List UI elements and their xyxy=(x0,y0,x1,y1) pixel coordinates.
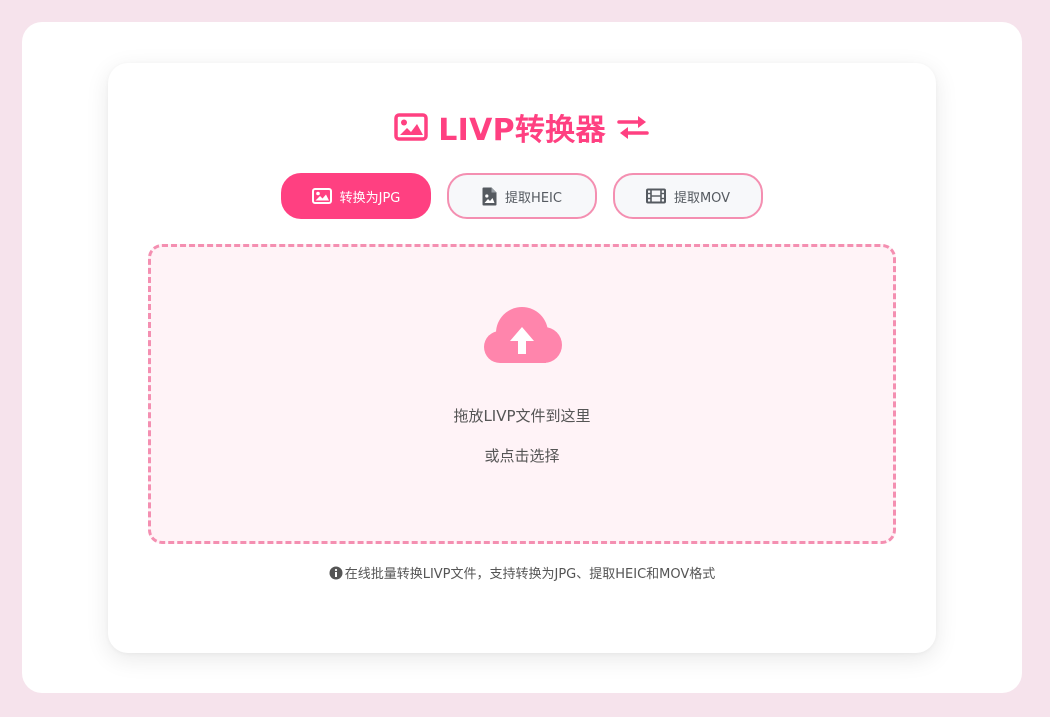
cloud-upload-icon xyxy=(482,305,564,369)
mode-tabs: 转换为JPG 提取HEIC 提取MOV xyxy=(108,173,936,219)
info-text: 在线批量转换LIVP文件，支持转换为JPG、提取HEIC和MOV格式 xyxy=(344,567,716,582)
tab-label: 提取MOV xyxy=(673,190,731,206)
info-circle-icon xyxy=(329,566,343,580)
file-drop-zone[interactable]: 拖放LIVP文件到这里 或点击选择 xyxy=(148,244,896,544)
title-text: LIVP转换器 xyxy=(438,113,606,148)
converter-card: LIVP转换器 转换为JPG 提取HEIC 提取MOV 拖放LIVP文件到这里 … xyxy=(108,63,936,653)
film-icon xyxy=(645,188,666,204)
tab-convert-jpg[interactable]: 转换为JPG xyxy=(281,173,431,219)
exchange-arrows-icon xyxy=(616,113,650,141)
tab-extract-heic[interactable]: 提取HEIC xyxy=(447,173,597,219)
drop-instruction: 拖放LIVP文件到这里 xyxy=(453,407,591,425)
outer-panel: LIVP转换器 转换为JPG 提取HEIC 提取MOV 拖放LIVP文件到这里 … xyxy=(22,22,1022,693)
tab-extract-mov[interactable]: 提取MOV xyxy=(613,173,763,219)
file-image-icon xyxy=(482,187,497,206)
page-title: LIVP转换器 xyxy=(108,103,936,151)
tab-label: 提取HEIC xyxy=(505,190,562,206)
tab-label: 转换为JPG xyxy=(339,190,401,206)
image-icon xyxy=(311,188,332,204)
image-icon xyxy=(394,113,428,141)
info-note: 在线批量转换LIVP文件，支持转换为JPG、提取HEIC和MOV格式 xyxy=(108,563,936,582)
click-select-hint: 或点击选择 xyxy=(484,447,560,465)
